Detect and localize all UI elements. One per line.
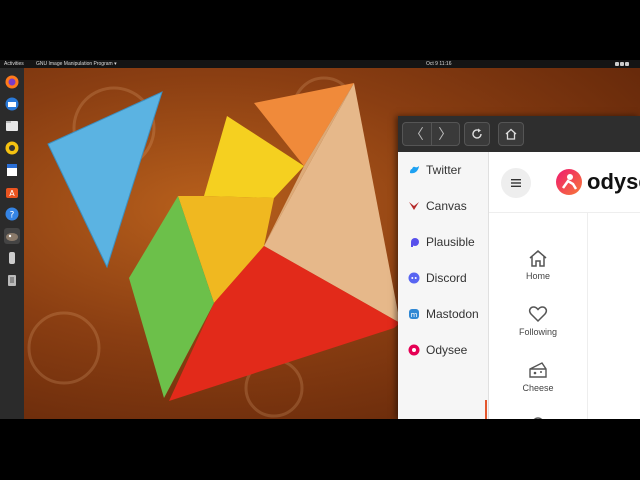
system-tray[interactable] bbox=[614, 61, 636, 67]
sidebar-item-twitter[interactable]: Twitter bbox=[408, 160, 461, 180]
sidebar-item-label: Twitter bbox=[426, 163, 462, 177]
sidebar-item-label: Canvas bbox=[426, 199, 467, 213]
discord-icon bbox=[408, 272, 420, 284]
odysee-nav-following[interactable]: Following bbox=[489, 305, 587, 337]
sidebar-item-odysee[interactable]: Odysee bbox=[408, 340, 467, 360]
globe-icon bbox=[533, 417, 543, 419]
browser-window: 〈 〉 Twitter Canvas Plausible Discord m M… bbox=[398, 116, 640, 419]
home-icon bbox=[505, 128, 517, 140]
app-sidebar: Twitter Canvas Plausible Discord m Masto… bbox=[398, 152, 489, 419]
sidebar-item-discord[interactable]: Discord bbox=[408, 268, 467, 288]
help-icon[interactable]: ? bbox=[4, 206, 20, 222]
odysee-logo-icon bbox=[556, 169, 582, 195]
tangram-wallpaper-art bbox=[27, 76, 400, 418]
software-center-icon[interactable]: A bbox=[4, 184, 20, 200]
odysee-icon bbox=[408, 344, 420, 356]
nav-label: Home bbox=[525, 271, 550, 281]
home-icon bbox=[529, 250, 547, 267]
activities-button[interactable]: Activities bbox=[4, 60, 24, 68]
navigation-buttons: 〈 〉 bbox=[402, 122, 460, 146]
odysee-nav-home[interactable]: Home bbox=[489, 249, 587, 281]
nav-label: Following bbox=[518, 327, 558, 337]
odysee-header: odysee bbox=[489, 152, 640, 213]
home-button[interactable] bbox=[498, 122, 524, 146]
rhythmbox-icon[interactable] bbox=[4, 140, 20, 156]
odysee-nav-cheese[interactable]: Cheese bbox=[489, 361, 587, 393]
sidebar-item-canvas[interactable]: Canvas bbox=[408, 196, 467, 216]
twitter-icon bbox=[408, 164, 420, 176]
chevron-right-icon: 〉 bbox=[438, 126, 453, 142]
odysee-logo[interactable]: odysee bbox=[555, 168, 640, 196]
svg-text:?: ? bbox=[10, 211, 15, 221]
odysee-nav-more[interactable] bbox=[489, 415, 587, 419]
hamburger-menu-button[interactable] bbox=[501, 168, 531, 198]
sidebar-item-plausible[interactable]: Plausible bbox=[408, 232, 475, 252]
clock[interactable]: Oct 9 11:16 bbox=[426, 60, 451, 68]
active-item-indicator bbox=[485, 400, 487, 419]
reload-button[interactable] bbox=[464, 122, 490, 146]
odysee-nav: Home Following Cheese bbox=[489, 213, 588, 419]
mastodon-icon: m bbox=[408, 308, 420, 320]
svg-text:m: m bbox=[411, 311, 418, 319]
chevron-left-icon: 〈 bbox=[409, 126, 424, 142]
odysee-page: odysee Home Following Cheese bbox=[489, 152, 640, 419]
reload-icon bbox=[472, 128, 482, 139]
canvas-icon bbox=[408, 200, 420, 212]
heart-icon bbox=[528, 306, 548, 323]
gimp-icon[interactable] bbox=[4, 228, 20, 244]
sidebar-item-mastodon[interactable]: m Mastodon bbox=[408, 304, 479, 324]
sidebar-item-label: Plausible bbox=[426, 235, 475, 249]
back-button[interactable]: 〈 bbox=[403, 123, 431, 145]
odysee-logo-text: odysee bbox=[587, 169, 640, 194]
app-menu[interactable]: GNU Image Manipulation Program ▾ bbox=[36, 60, 117, 68]
libreoffice-writer-icon[interactable] bbox=[4, 162, 20, 178]
sidebar-item-label: Odysee bbox=[426, 343, 468, 357]
browser-toolbar: 〈 〉 bbox=[398, 116, 640, 152]
svg-text:A: A bbox=[9, 189, 15, 198]
top-bar: Activities GNU Image Manipulation Progra… bbox=[0, 60, 640, 68]
screen: Activities GNU Image Manipulation Progra… bbox=[0, 60, 640, 419]
plausible-icon bbox=[408, 236, 420, 248]
trash-icon[interactable] bbox=[4, 272, 20, 288]
firefox-icon[interactable] bbox=[4, 74, 20, 90]
nav-label: Cheese bbox=[522, 383, 554, 393]
hamburger-icon bbox=[511, 179, 521, 187]
files-icon[interactable] bbox=[4, 118, 20, 134]
forward-button[interactable]: 〉 bbox=[430, 123, 460, 145]
sidebar-item-label: Discord bbox=[426, 271, 467, 285]
cheese-icon bbox=[529, 362, 547, 378]
dock: A ? bbox=[0, 68, 24, 419]
sidebar-item-label: Mastodon bbox=[426, 307, 479, 321]
usb-drive-icon[interactable] bbox=[4, 250, 20, 266]
thunderbird-icon[interactable] bbox=[4, 96, 20, 112]
